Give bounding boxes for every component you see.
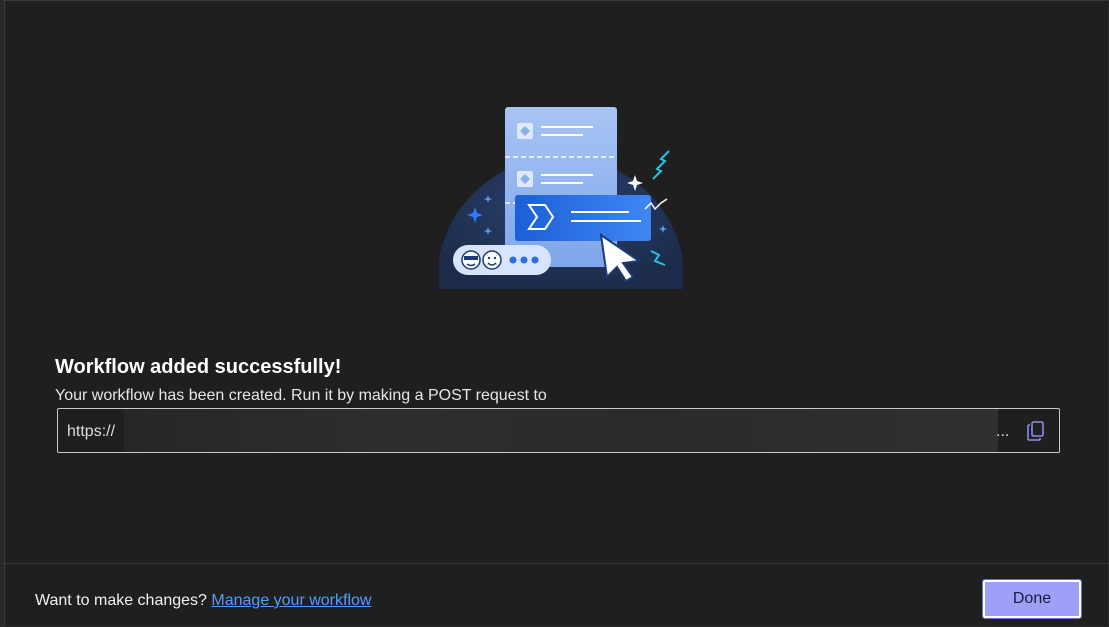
smiley-icon — [453, 245, 551, 275]
diamond-icon — [517, 123, 533, 139]
copy-icon — [1027, 421, 1044, 441]
workflow-illustration — [439, 107, 683, 289]
url-ellipsis: ... — [996, 423, 1010, 440]
footer-prompt-line: Want to make changes? Manage your workfl… — [35, 592, 371, 610]
footer-prompt: Want to make changes? — [35, 592, 212, 609]
url-redacted-region — [124, 409, 998, 452]
dialog-subtitle: Your workflow has been created. Run it b… — [55, 387, 547, 404]
diamond-icon — [517, 171, 533, 187]
manage-workflow-link[interactable]: Manage your workflow — [211, 592, 371, 609]
dialog-footer: Want to make changes? Manage your workfl… — [5, 563, 1109, 627]
copy-url-button[interactable] — [1024, 419, 1048, 443]
workflow-url-field[interactable]: https:// ... — [57, 408, 1060, 453]
dialog-title: Workflow added successfully! — [55, 356, 342, 378]
url-prefix: https:// — [67, 423, 116, 440]
workflow-success-dialog: Workflow added successfully! Your workfl… — [4, 0, 1109, 627]
done-button[interactable]: Done — [982, 579, 1082, 619]
